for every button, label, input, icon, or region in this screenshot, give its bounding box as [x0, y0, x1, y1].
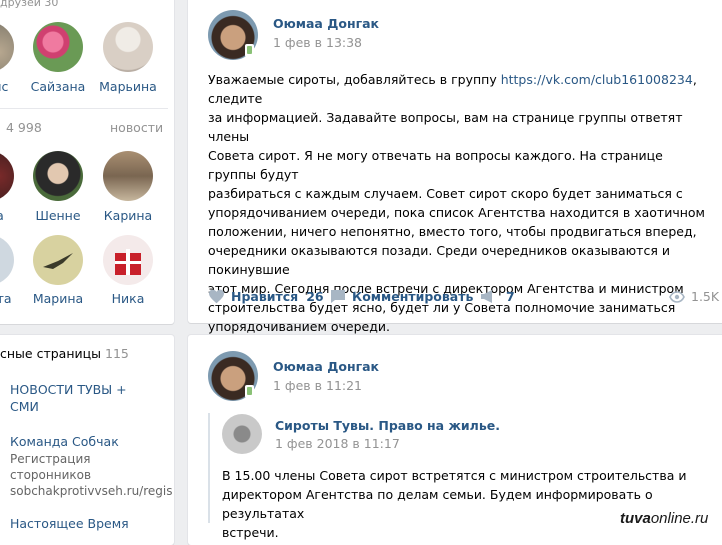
comment-icon [331, 290, 345, 303]
online-mobile-icon [245, 44, 254, 57]
like-label: Нравится [231, 289, 299, 304]
followers-count: 4 998 [6, 120, 42, 135]
watermark: tuvaonline.ru [620, 510, 709, 527]
gift-icon [115, 249, 141, 275]
page-link-sobchak[interactable]: Команда Собчак [10, 433, 119, 450]
share-count: 7 [506, 289, 515, 304]
friend-name[interactable]: Марьина [88, 79, 168, 94]
pages-count: 115 [105, 346, 129, 361]
eye-icon [669, 290, 685, 303]
page-link-current-time[interactable]: Настоящее Время [10, 515, 129, 532]
views-count: 1.5K [691, 289, 720, 304]
friends-header: друзей 30 [0, 0, 59, 9]
comment-button[interactable]: Комментировать [330, 289, 473, 304]
followers-news-link[interactable]: новости [110, 120, 163, 135]
divider [0, 108, 168, 109]
friend-avatar[interactable] [33, 22, 83, 72]
repost-bar [208, 413, 210, 523]
comment-label: Комментировать [352, 289, 474, 304]
follower-name[interactable]: Марина [18, 291, 98, 306]
megaphone-icon [481, 290, 492, 303]
follower-name[interactable]: Шенне [18, 208, 98, 223]
repost-group-avatar[interactable] [222, 414, 262, 454]
online-mobile-icon [245, 385, 254, 398]
repost-text: В 15.00 члены Совета сирот встретятся с … [222, 468, 687, 540]
friend-avatar[interactable] [103, 22, 153, 72]
page-sub: Регистрация [10, 452, 91, 466]
follower-avatar[interactable] [33, 151, 83, 201]
page-link-news-tuva-line2[interactable]: СМИ [10, 398, 39, 415]
repost-date[interactable]: 1 фев 2018 в 11:17 [275, 436, 400, 451]
page-sub: sobchakprotivvseh.ru/regis [10, 484, 173, 498]
friend-name[interactable]: Сайзана [18, 79, 98, 94]
post-author[interactable]: Оюмаа Донгак [273, 16, 379, 31]
pages-title: сные страницы 115 [0, 346, 129, 361]
follower-name[interactable]: Карина [88, 208, 168, 223]
like-button[interactable]: Нравится 26 [208, 289, 324, 304]
bird-icon [43, 253, 73, 269]
post-date[interactable]: 1 фев в 13:38 [273, 35, 362, 50]
follower-avatar[interactable] [103, 151, 153, 201]
follower-avatar[interactable] [33, 235, 83, 285]
repost-author[interactable]: Сироты Тувы. Право на жилье. [275, 418, 500, 433]
post-author[interactable]: Оюмаа Донгак [273, 359, 379, 374]
heart-icon [209, 289, 224, 304]
page-link-news-tuva[interactable]: НОВОСТИ ТУВЫ + [10, 381, 127, 398]
page-sub: сторонников [10, 468, 92, 482]
follower-name[interactable]: Ника [88, 291, 168, 306]
post-date[interactable]: 1 фев в 11:21 [273, 378, 362, 393]
like-count: 26 [306, 289, 324, 304]
share-button[interactable]: 7 [480, 289, 515, 304]
views-counter: 1.5K [669, 289, 719, 304]
follower-avatar[interactable] [103, 235, 153, 285]
group-link[interactable]: https://vk.com/club161008234 [501, 72, 693, 87]
